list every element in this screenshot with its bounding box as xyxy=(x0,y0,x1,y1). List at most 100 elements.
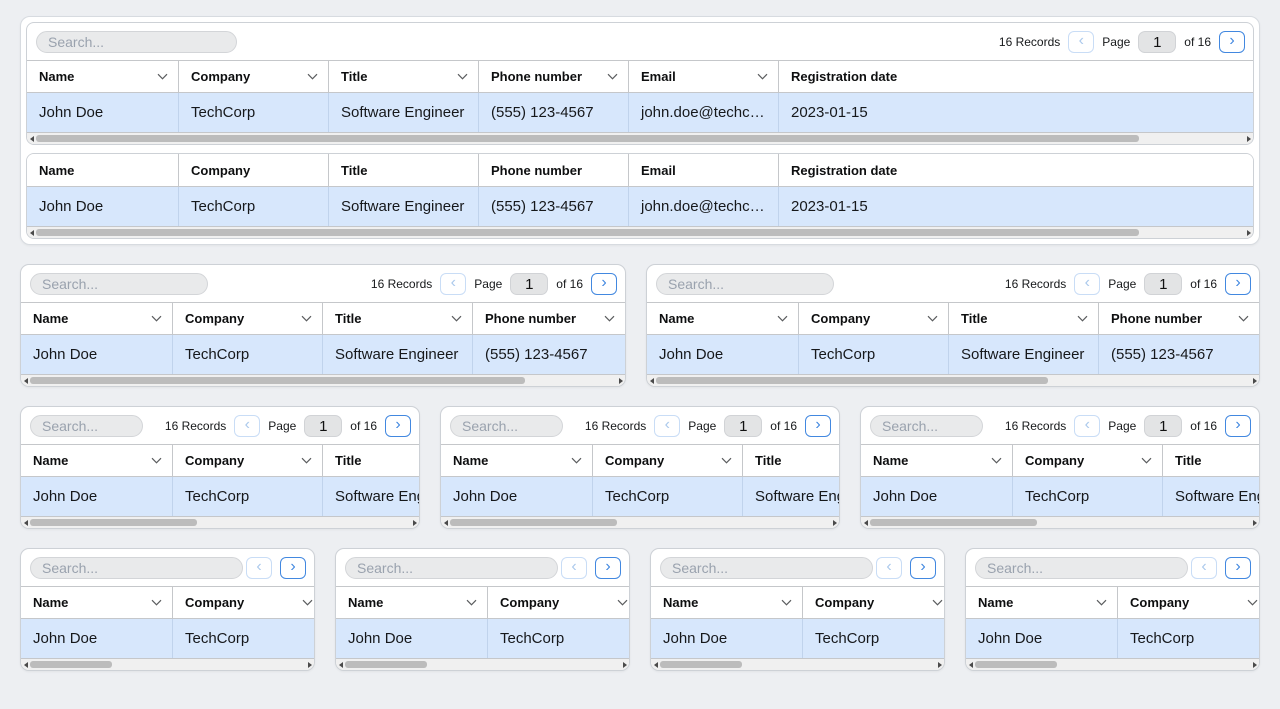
scrollbar-thumb[interactable] xyxy=(36,229,1139,236)
page-input[interactable] xyxy=(724,415,762,437)
search-input[interactable] xyxy=(450,415,563,437)
scrollbar-thumb[interactable] xyxy=(345,661,427,668)
column-header-phone[interactable]: Phone number xyxy=(1099,303,1259,334)
scrollbar-left-arrow[interactable] xyxy=(647,375,656,386)
scrollbar-left-arrow[interactable] xyxy=(27,227,36,238)
h-scrollbar[interactable] xyxy=(651,659,944,670)
prev-page-button[interactable]: ‹ xyxy=(234,415,260,437)
scrollbar-right-arrow[interactable] xyxy=(830,517,839,528)
table-row[interactable]: John Doe TechCorp xyxy=(336,619,629,659)
scrollbar-right-arrow[interactable] xyxy=(1250,517,1259,528)
search-input[interactable] xyxy=(656,273,834,295)
column-header-name[interactable]: Name xyxy=(21,303,173,334)
column-header-phone[interactable]: Phone number xyxy=(473,303,625,334)
table-row[interactable]: John Doe TechCorp Software Engineer (555… xyxy=(647,335,1259,375)
column-header-company[interactable]: Company xyxy=(593,445,743,476)
scrollbar-right-arrow[interactable] xyxy=(410,517,419,528)
table-row[interactable]: John Doe TechCorp Software Engineer (555… xyxy=(21,335,625,375)
scrollbar-left-arrow[interactable] xyxy=(651,659,660,670)
column-header-name[interactable]: Name xyxy=(27,154,179,186)
search-input[interactable] xyxy=(30,557,243,579)
h-scrollbar[interactable] xyxy=(647,375,1259,386)
h-scrollbar[interactable] xyxy=(21,517,419,528)
next-page-button[interactable]: › xyxy=(805,415,831,437)
scrollbar-thumb[interactable] xyxy=(36,135,1139,142)
column-header-email[interactable]: Email xyxy=(629,154,779,186)
column-header-name[interactable]: Name xyxy=(651,587,803,618)
h-scrollbar[interactable] xyxy=(336,659,629,670)
column-header-title[interactable]: Title xyxy=(1163,445,1259,476)
scrollbar-right-arrow[interactable] xyxy=(305,659,314,670)
scrollbar-left-arrow[interactable] xyxy=(336,659,345,670)
scrollbar-thumb[interactable] xyxy=(870,519,1037,526)
column-header-name[interactable]: Name xyxy=(27,61,179,92)
page-input[interactable] xyxy=(510,273,548,295)
column-header-company[interactable]: Company xyxy=(1118,587,1259,618)
search-input[interactable] xyxy=(870,415,983,437)
table-row[interactable]: John Doe TechCorp Software Engineer xyxy=(861,477,1259,517)
column-header-company[interactable]: Company xyxy=(799,303,949,334)
column-header-name[interactable]: Name xyxy=(21,587,173,618)
scrollbar-thumb[interactable] xyxy=(30,519,197,526)
scrollbar-left-arrow[interactable] xyxy=(21,517,30,528)
search-input[interactable] xyxy=(975,557,1188,579)
column-header-company[interactable]: Company xyxy=(803,587,944,618)
table-row[interactable]: John Doe TechCorp Software Engineer xyxy=(441,477,839,517)
scrollbar-right-arrow[interactable] xyxy=(620,659,629,670)
table-row[interactable]: John Doe TechCorp Software Engineer (555… xyxy=(27,187,1253,227)
column-header-company[interactable]: Company xyxy=(179,61,329,92)
search-input[interactable] xyxy=(30,273,208,295)
column-header-email[interactable]: Email xyxy=(629,61,779,92)
column-header-title[interactable]: Title xyxy=(949,303,1099,334)
search-input[interactable] xyxy=(30,415,143,437)
h-scrollbar[interactable] xyxy=(27,227,1253,238)
scrollbar-right-arrow[interactable] xyxy=(1244,133,1253,144)
prev-page-button[interactable]: ‹ xyxy=(1074,415,1100,437)
h-scrollbar[interactable] xyxy=(966,659,1259,670)
prev-page-button[interactable]: ‹ xyxy=(876,557,902,579)
search-input[interactable] xyxy=(660,557,873,579)
next-page-button[interactable]: › xyxy=(1225,273,1251,295)
next-page-button[interactable]: › xyxy=(591,273,617,295)
scrollbar-thumb[interactable] xyxy=(656,377,1048,384)
scrollbar-left-arrow[interactable] xyxy=(27,133,36,144)
prev-page-button[interactable]: ‹ xyxy=(1191,557,1217,579)
h-scrollbar[interactable] xyxy=(21,659,314,670)
table-row[interactable]: John Doe TechCorp xyxy=(21,619,314,659)
scrollbar-thumb[interactable] xyxy=(450,519,617,526)
next-page-button[interactable]: › xyxy=(595,557,621,579)
column-header-phone[interactable]: Phone number xyxy=(479,154,629,186)
scrollbar-thumb[interactable] xyxy=(30,661,112,668)
prev-page-button[interactable]: ‹ xyxy=(654,415,680,437)
scrollbar-thumb[interactable] xyxy=(30,377,525,384)
column-header-company[interactable]: Company xyxy=(173,587,314,618)
prev-page-button[interactable]: ‹ xyxy=(561,557,587,579)
scrollbar-left-arrow[interactable] xyxy=(21,659,30,670)
prev-page-button[interactable]: ‹ xyxy=(1074,273,1100,295)
column-header-company[interactable]: Company xyxy=(488,587,629,618)
scrollbar-thumb[interactable] xyxy=(975,661,1057,668)
column-header-company[interactable]: Company xyxy=(173,445,323,476)
column-header-name[interactable]: Name xyxy=(336,587,488,618)
next-page-button[interactable]: › xyxy=(1225,557,1251,579)
page-input[interactable] xyxy=(304,415,342,437)
next-page-button[interactable]: › xyxy=(385,415,411,437)
next-page-button[interactable]: › xyxy=(1219,31,1245,53)
scrollbar-right-arrow[interactable] xyxy=(1250,659,1259,670)
prev-page-button[interactable]: ‹ xyxy=(440,273,466,295)
table-row[interactable]: John Doe TechCorp xyxy=(651,619,944,659)
next-page-button[interactable]: › xyxy=(910,557,936,579)
next-page-button[interactable]: › xyxy=(1225,415,1251,437)
table-row[interactable]: John Doe TechCorp Software Engineer (555… xyxy=(27,93,1253,133)
column-header-title[interactable]: Title xyxy=(743,445,839,476)
column-header-title[interactable]: Title xyxy=(329,154,479,186)
search-input[interactable] xyxy=(36,31,237,53)
column-header-company[interactable]: Company xyxy=(173,303,323,334)
column-header-title[interactable]: Title xyxy=(329,61,479,92)
scrollbar-left-arrow[interactable] xyxy=(441,517,450,528)
scrollbar-left-arrow[interactable] xyxy=(21,375,30,386)
next-page-button[interactable]: › xyxy=(280,557,306,579)
page-input[interactable] xyxy=(1138,31,1176,53)
scrollbar-left-arrow[interactable] xyxy=(966,659,975,670)
page-input[interactable] xyxy=(1144,273,1182,295)
